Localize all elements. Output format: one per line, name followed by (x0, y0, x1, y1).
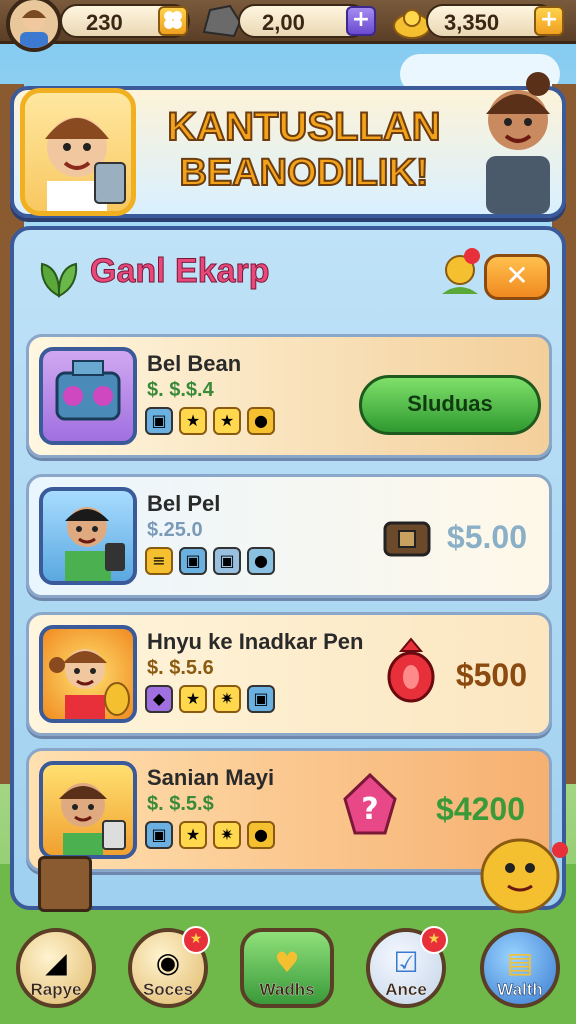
ruby-icon (385, 635, 437, 703)
item-attributes: ▣ ★ ★ ● (145, 407, 275, 437)
add-coins-button[interactable] (158, 6, 188, 36)
banner-character-thumb (20, 88, 136, 216)
svg-text:?: ? (361, 792, 378, 827)
promo-banner: KANTUSLLAN BEANODILIK! (10, 72, 566, 218)
item-name: Bel Bean (147, 351, 242, 376)
close-button[interactable]: ✕ (484, 254, 550, 300)
nav-label: Wadhs (259, 980, 315, 999)
star-icon: ★ (179, 821, 207, 849)
gold-bars-icon: ▤ (506, 946, 534, 979)
cheese-icon: ◢ (45, 946, 67, 979)
buy-button[interactable]: Sluduas (359, 375, 541, 435)
crate-icon (38, 856, 92, 912)
coins-value: 230 (86, 10, 123, 35)
item-name: Sanian Mayi (147, 765, 275, 790)
banner-title-line2: BEANODILIK! (178, 151, 429, 195)
item-name: Bel Pel (147, 491, 221, 516)
nav-soces[interactable]: ◉ Soces ★ (128, 926, 210, 1008)
shop-item-card[interactable]: Hnyu ke Inadkar Pen $. $.5.6 ◆ ★ ✷ ▣ $50… (26, 612, 552, 736)
flower-mascot-icon (432, 244, 488, 306)
box-icon: ▣ (213, 547, 241, 575)
nav-rapye[interactable]: ◢ Rapye (16, 928, 96, 1008)
item-subprice: $. $.$.4 (147, 379, 214, 401)
chest-icon (381, 513, 433, 561)
notification-badge: ★ (420, 926, 448, 954)
nav-wadhs[interactable]: ♥ Wadhs (240, 928, 334, 1008)
box-icon: ▣ (145, 821, 173, 849)
item-attributes: ▣ ★ ✷ ● (145, 821, 275, 851)
nav-label: Walth (497, 980, 543, 1000)
heart-icon: ♥ (274, 946, 300, 979)
item-thumbnail (39, 625, 137, 723)
clover-icon (164, 11, 182, 29)
star-icon: ★ (179, 685, 207, 713)
notification-badge: ★ (182, 926, 210, 954)
item-name: Hnyu ke Inadkar Pen (147, 629, 364, 654)
item-subprice: $. $.5.$ (147, 793, 214, 815)
banner-title-line1: KANTUSLLAN (166, 104, 441, 150)
gold-stack-icon: ≡ (145, 547, 173, 575)
panel-title: Ganl Ekarp (90, 252, 271, 291)
gems-value: 3,350 (444, 10, 500, 35)
nav-label: Rapye (30, 980, 82, 999)
shop-item-card[interactable]: Bel Pel $.25.0 ≡ ▣ ▣ ● $5.00 (26, 474, 552, 598)
box-icon: ▣ (145, 407, 173, 435)
item-attributes: ≡ ▣ ▣ ● (145, 547, 275, 577)
item-thumbnail (39, 347, 137, 445)
star-icon: ★ (179, 407, 207, 435)
banner-character-right (470, 64, 566, 214)
add-gems-button[interactable]: + (534, 6, 564, 36)
star-icon: ★ (213, 407, 241, 435)
nav-ance[interactable]: ☑ Ance ★ (366, 926, 448, 1008)
stones-value: 2,00 (262, 10, 305, 35)
nav-walth[interactable]: ▤ Walth (480, 928, 560, 1008)
sparkle-icon: ✷ (213, 685, 241, 713)
box-icon: ▣ (247, 685, 275, 713)
item-attributes: ◆ ★ ✷ ▣ (145, 685, 275, 715)
mystery-gem-icon: ? (335, 769, 405, 845)
coin-icon: ● (247, 407, 275, 435)
coin-icon: ● (247, 547, 275, 575)
item-subprice: $.25.0 (147, 519, 203, 541)
item-thumbnail (39, 487, 137, 585)
box-icon: ▣ (179, 547, 207, 575)
nav-label: Soces (142, 980, 194, 999)
coin-icon: ● (247, 821, 275, 849)
sparkle-icon: ✷ (213, 821, 241, 849)
item-thumbnail (39, 761, 137, 859)
candy-icon: ◆ (145, 685, 173, 713)
shop-item-card[interactable]: Bel Bean $. $.$.4 ▣ ★ ★ ● Sluduas (26, 334, 552, 458)
leaf-icon (34, 256, 84, 302)
mascot-icon (472, 820, 572, 920)
item-subprice: $. $.5.6 (147, 657, 214, 679)
nav-label: Ance (385, 980, 427, 999)
add-stones-button[interactable]: + (346, 6, 376, 36)
item-price: $500 (455, 657, 527, 693)
item-price: $5.00 (446, 519, 527, 555)
